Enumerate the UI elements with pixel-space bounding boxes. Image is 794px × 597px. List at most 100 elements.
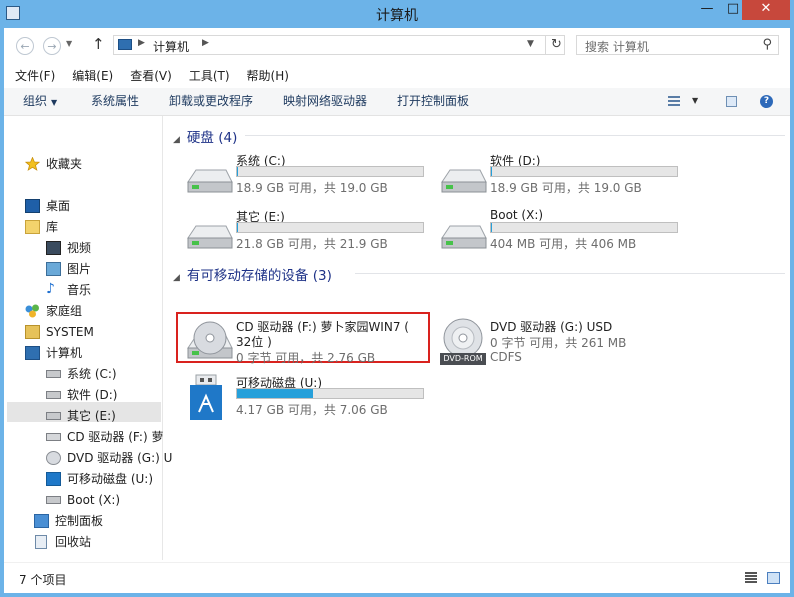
hard-drive-icon — [46, 412, 61, 420]
refresh-icon[interactable]: ↻ — [545, 35, 567, 55]
up-arrow-icon[interactable]: ↑ — [92, 35, 105, 53]
star-icon — [24, 156, 41, 171]
help-icon[interactable]: ? — [760, 95, 773, 108]
window-title: 计算机 — [376, 8, 418, 24]
chevron-down-icon: ▼ — [51, 98, 58, 107]
usb-drive-icon — [190, 374, 222, 420]
drive-space-info: 18.9 GB 可用，共 19.0 GB — [236, 181, 388, 195]
organize-button[interactable]: 组织 ▼ — [23, 88, 57, 116]
drive-space-info: 4.17 GB 可用，共 7.06 GB — [236, 403, 388, 417]
details-view-icon[interactable] — [745, 572, 757, 584]
preview-pane-icon[interactable] — [726, 96, 737, 107]
drive-usage-fill — [237, 167, 238, 176]
drive-c[interactable]: 系统 (C:) 18.9 GB 可用，共 19.0 GB — [184, 152, 434, 202]
collapse-triangle-icon: ◢ — [173, 273, 180, 283]
chevron-right-icon[interactable]: ▶ — [202, 38, 209, 48]
drive-space-info: 0 字节 可用，共 261 MB — [490, 336, 627, 350]
search-input[interactable]: 搜索 计算机 ⚲ — [576, 35, 779, 55]
close-button[interactable]: ✕ — [742, 0, 790, 20]
drive-space-info: 404 MB 可用，共 406 MB — [490, 237, 637, 251]
collapse-triangle-icon: ◢ — [173, 135, 180, 145]
breadcrumb-computer[interactable]: 计算机 — [153, 38, 189, 55]
chevron-down-icon[interactable]: ▼ — [692, 96, 698, 105]
open-control-panel-button[interactable]: 打开控制面板 — [397, 88, 469, 115]
menu-help[interactable]: 帮助(H) — [236, 66, 295, 86]
recent-locations-chevron-icon[interactable]: ▼ — [66, 39, 72, 48]
menu-tools[interactable]: 工具(T) — [178, 66, 236, 86]
drive-x[interactable]: Boot (X:) 404 MB 可用，共 406 MB — [438, 208, 688, 258]
computer-icon — [118, 39, 132, 50]
title-bar[interactable]: 计算机 — □ ✕ — [0, 0, 794, 28]
uninstall-program-button[interactable]: 卸载或更改程序 — [169, 88, 253, 115]
hard-drive-icon — [187, 225, 233, 249]
cd-drive-icon — [187, 321, 233, 359]
status-bar: 7 个项目 — [4, 562, 790, 594]
group-header-removable[interactable]: ◢ 有可移动存储的设备 (3) — [173, 264, 332, 284]
system-properties-button[interactable]: 系统属性 — [91, 88, 139, 115]
drive-usage-fill — [237, 389, 314, 398]
drive-space-info: 18.9 GB 可用，共 19.0 GB — [490, 181, 642, 195]
address-bar[interactable]: ▶ 计算机 ▶ ▼ ↻ — [113, 35, 565, 55]
recycle-bin-icon — [35, 535, 47, 549]
address-row: ← → ▼ ↑ ▶ 计算机 ▶ ▼ ↻ 搜索 计算机 ⚲ — [4, 28, 790, 62]
navigation-pane: 收藏夹 桌面 库 视频 图片 ♪ 音乐 家庭组 SYSTEM 计算机 系统 (C… — [4, 116, 172, 560]
hard-drive-icon — [441, 169, 487, 193]
large-icons-view-icon[interactable] — [767, 572, 780, 584]
drive-name: Boot (X:) — [490, 208, 544, 222]
drive-usage-fill — [491, 223, 492, 232]
group-divider — [245, 135, 785, 136]
drive-usage-bar — [236, 222, 424, 233]
drive-name: DVD 驱动器 (G:) USD — [490, 320, 613, 334]
chevron-down-icon[interactable]: ▼ — [527, 39, 534, 49]
hard-drive-icon — [46, 391, 61, 399]
library-folder-icon — [25, 220, 40, 234]
dvd-disc-icon — [46, 451, 61, 465]
item-count: 7 个项目 — [19, 573, 67, 587]
homegroup-icon — [25, 304, 40, 318]
drive-space-info: 0 字节 可用，共 2.76 GB — [236, 351, 376, 365]
menu-file[interactable]: 文件(F) — [4, 66, 61, 86]
drive-space-info: 21.8 GB 可用，共 21.9 GB — [236, 237, 388, 251]
drive-d[interactable]: 软件 (D:) 18.9 GB 可用，共 19.0 GB — [438, 152, 688, 202]
hard-drive-icon — [187, 169, 233, 193]
drive-usage-bar — [490, 222, 678, 233]
search-placeholder: 搜索 计算机 — [585, 40, 649, 54]
file-view: ◢ 硬盘 (4) 系统 (C:) 18.9 GB 可用，共 19.0 GB 软件… — [163, 116, 790, 560]
change-view-icon[interactable] — [668, 96, 680, 107]
drive-usage-bar — [490, 166, 678, 177]
map-network-drive-button[interactable]: 映射网络驱动器 — [283, 88, 367, 115]
forward-button[interactable]: → — [43, 37, 61, 55]
cd-drive-icon — [46, 433, 61, 441]
back-button[interactable]: ← — [16, 37, 34, 55]
control-panel-icon — [34, 514, 49, 528]
drive-usage-fill — [491, 167, 492, 176]
group-header-hard-disks[interactable]: ◢ 硬盘 (4) — [173, 126, 237, 146]
dvd-rom-label: DVD-ROM — [443, 354, 483, 363]
search-icon[interactable]: ⚲ — [762, 37, 772, 52]
drive-u[interactable]: 可移动磁盘 (U:) 4.17 GB 可用，共 7.06 GB — [184, 374, 434, 424]
hard-drive-icon — [441, 225, 487, 249]
menu-bar: 文件(F) 编辑(E) 查看(V) 工具(T) 帮助(H) — [4, 66, 790, 86]
chevron-right-icon[interactable]: ▶ — [138, 38, 145, 48]
drive-e[interactable]: 其它 (E:) 21.8 GB 可用，共 21.9 GB — [184, 208, 434, 258]
menu-edit[interactable]: 编辑(E) — [61, 66, 119, 86]
drive-f[interactable]: CD 驱动器 (F:) 萝卜家园WIN7 ( 32位 ) 0 字节 可用，共 2… — [184, 318, 434, 368]
organize-label: 组织 — [23, 94, 48, 108]
drive-g[interactable]: DVD-ROM DVD 驱动器 (G:) USD 0 字节 可用，共 261 M… — [438, 318, 688, 368]
computer-icon — [25, 346, 40, 360]
desktop-icon — [25, 199, 40, 213]
drive-usage-bar — [236, 166, 424, 177]
drive-usage-fill — [237, 223, 238, 232]
usb-drive-icon — [46, 472, 61, 486]
music-note-icon: ♪ — [46, 281, 55, 297]
pictures-icon — [46, 262, 61, 276]
window-content: ← → ▼ ↑ ▶ 计算机 ▶ ▼ ↻ 搜索 计算机 ⚲ 文件(F) 编辑(E)… — [4, 28, 790, 593]
menu-view[interactable]: 查看(V) — [119, 66, 178, 86]
hard-drive-icon — [46, 496, 61, 504]
hard-drive-icon — [46, 370, 61, 378]
user-folder-icon — [25, 325, 40, 339]
video-icon — [46, 241, 61, 255]
drive-filesystem: CDFS — [490, 350, 522, 364]
command-bar: 组织 ▼ 系统属性 卸载或更改程序 映射网络驱动器 打开控制面板 ▼ ? — [4, 88, 790, 116]
drive-name-line2: 32位 ) — [236, 335, 272, 349]
